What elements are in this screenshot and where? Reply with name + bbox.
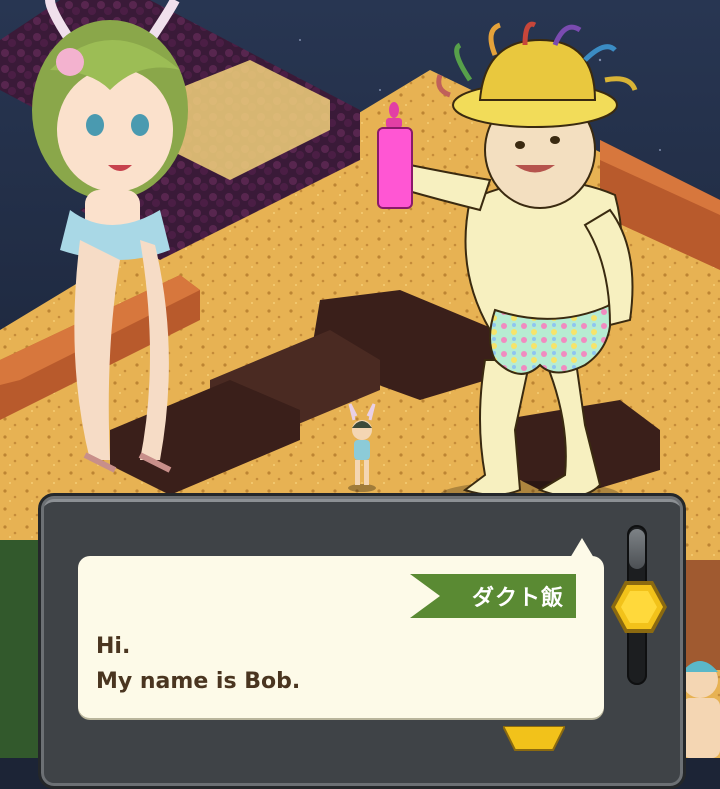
scrollbar-thumb[interactable] xyxy=(629,529,645,569)
side-character xyxy=(682,661,720,758)
speech-bubble-tail xyxy=(570,538,594,558)
brick-stack xyxy=(682,560,720,670)
dialog-line-1: Hi. xyxy=(96,634,131,659)
hexagon-icon[interactable] xyxy=(610,579,668,635)
dialog-line-2: My name is Bob. xyxy=(96,669,301,694)
grass-patch xyxy=(0,540,40,758)
down-arrow-icon[interactable] xyxy=(503,726,565,752)
speaker-name: ダクト飯 xyxy=(471,586,564,611)
